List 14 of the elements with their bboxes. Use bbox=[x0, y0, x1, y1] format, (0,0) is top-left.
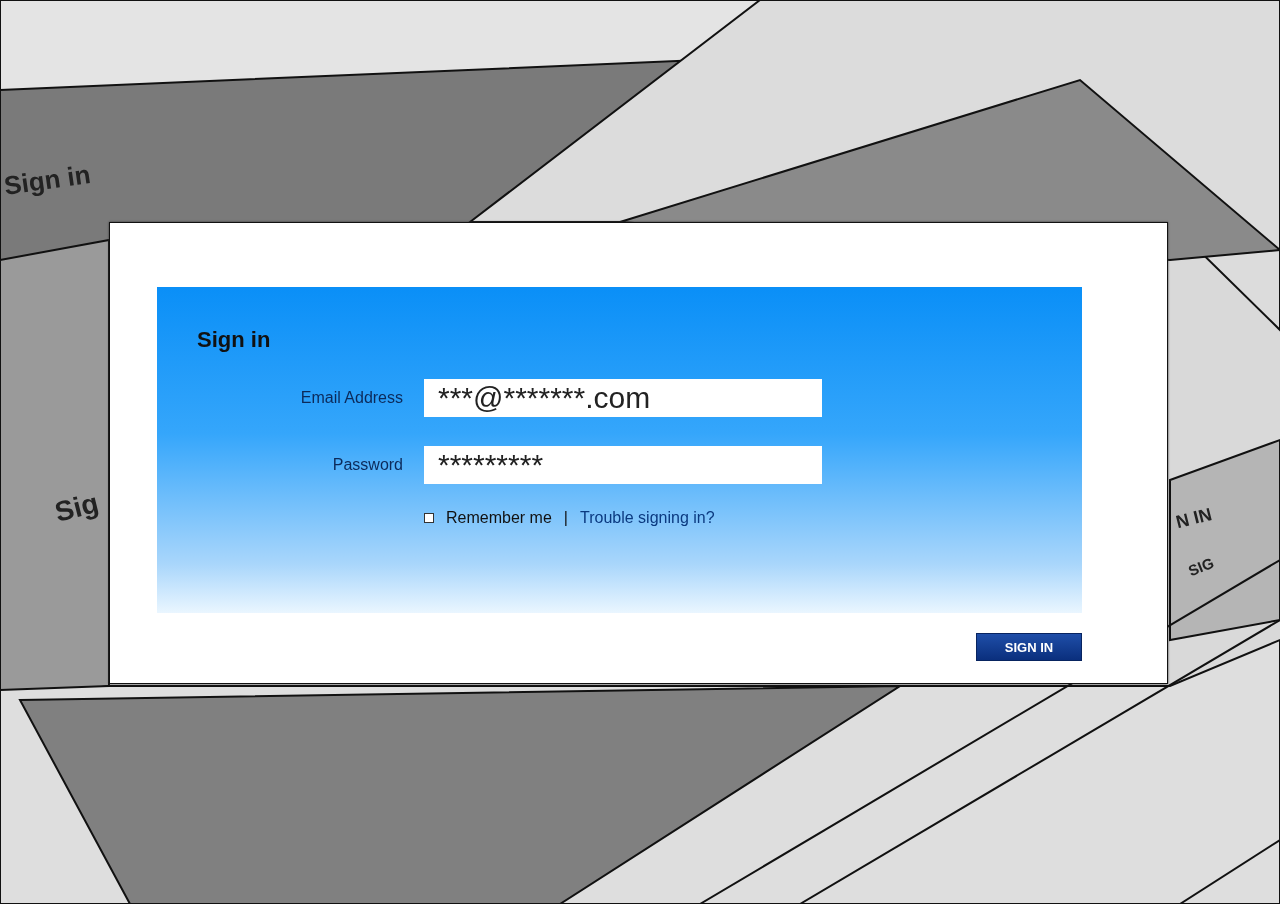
remember-label: Remember me bbox=[446, 509, 552, 527]
remember-checkbox[interactable] bbox=[424, 513, 434, 523]
sheet-heading: SIG bbox=[1185, 553, 1217, 580]
separator-text: | bbox=[563, 509, 568, 527]
field-label: Email Address bbox=[299, 389, 403, 407]
sheet-heading: Sig bbox=[51, 487, 102, 529]
input-field[interactable]: ********* bbox=[424, 446, 822, 484]
signin-title: Sign in bbox=[197, 327, 272, 353]
sheet-heading: N IN bbox=[1174, 503, 1214, 534]
signin-button[interactable]: SIGN IN bbox=[976, 633, 1082, 661]
input-field[interactable]: ***@*******.com bbox=[424, 379, 822, 417]
trouble-link[interactable]: Trouble signing in? bbox=[579, 509, 715, 527]
field-label: Password bbox=[331, 456, 403, 474]
sheet-heading: Sign in bbox=[2, 159, 93, 202]
